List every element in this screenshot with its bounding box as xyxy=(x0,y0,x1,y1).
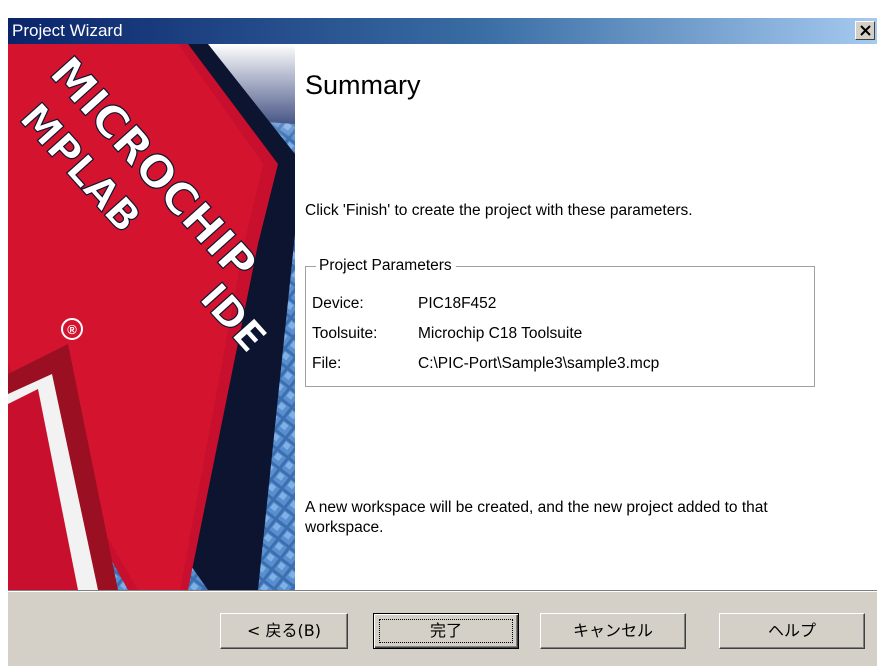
help-button[interactable]: ヘルプ xyxy=(719,613,865,649)
back-button-label: < 戻る(B) xyxy=(247,621,321,640)
mplab-logo-graphic: ® MICROCHIP MPLAB IDE xyxy=(8,44,295,590)
back-button[interactable]: < 戻る(B) xyxy=(220,613,348,649)
param-key: Toolsuite: xyxy=(312,325,378,342)
finish-button-label: 完了 xyxy=(429,621,462,640)
param-key: Device: xyxy=(312,295,364,312)
window-title: Project Wizard xyxy=(12,21,123,40)
close-button[interactable] xyxy=(855,21,875,40)
finish-button[interactable]: 完了 xyxy=(373,613,519,649)
param-value: PIC18F452 xyxy=(418,295,497,312)
workspace-note: A new workspace will be created, and the… xyxy=(305,499,768,536)
group-title: Project Parameters xyxy=(316,257,456,275)
page-title: Summary xyxy=(305,70,421,100)
title-bar[interactable]: Project Wizard xyxy=(8,18,877,44)
mplab-banner-image: ® MICROCHIP MPLAB IDE xyxy=(8,44,295,590)
registered-mark: ® xyxy=(67,322,77,337)
project-parameters-group: Project Parameters Device: PIC18F452 Too… xyxy=(305,257,815,387)
footer-highlight xyxy=(8,591,877,592)
cancel-button[interactable]: キャンセル xyxy=(540,613,686,649)
cancel-button-label: キャンセル xyxy=(572,621,653,640)
wizard-content-panel: Summary Click 'Finish' to create the pro… xyxy=(295,44,877,590)
project-wizard-dialog: Project Wizard ® MICROCHIP MPLAB IDE Sum… xyxy=(0,0,885,666)
button-bar: < 戻る(B) 完了 キャンセル ヘルプ xyxy=(8,590,877,666)
help-button-label: ヘルプ xyxy=(767,621,816,640)
close-icon xyxy=(860,25,871,36)
param-value: C:\PIC-Port\Sample3\sample3.mcp xyxy=(418,355,660,372)
param-key: File: xyxy=(312,355,342,372)
param-value: Microchip C18 Toolsuite xyxy=(418,325,583,342)
instruction-text: Click 'Finish' to create the project wit… xyxy=(305,202,693,219)
